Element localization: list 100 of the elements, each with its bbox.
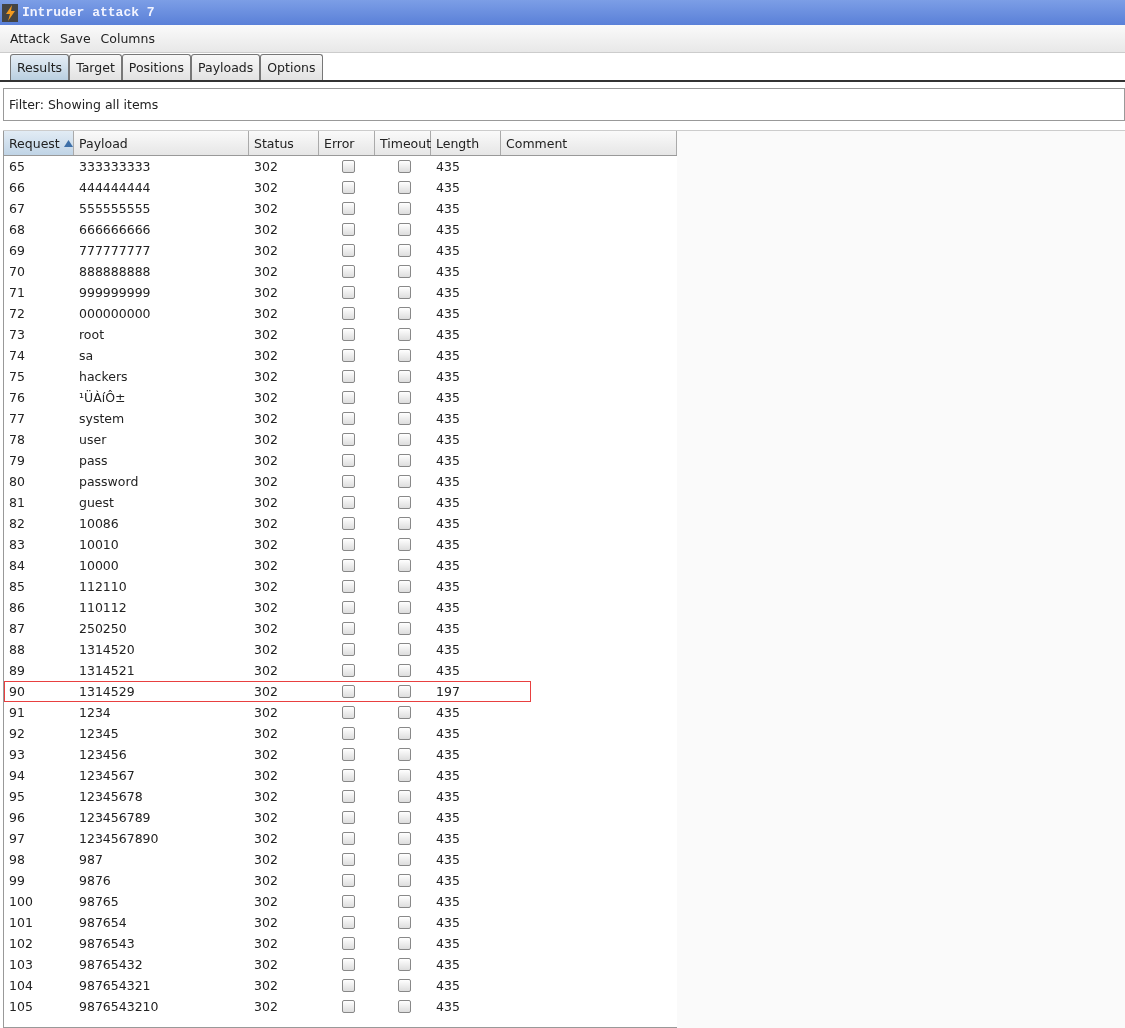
- checkbox[interactable]: [397, 664, 411, 677]
- checkbox[interactable]: [397, 622, 411, 635]
- column-header[interactable]: Request: [4, 131, 74, 155]
- table-row[interactable]: 99 9876 302 435: [4, 870, 677, 891]
- menu-item[interactable]: Columns: [100, 31, 155, 46]
- checkbox[interactable]: [341, 475, 355, 488]
- checkbox[interactable]: [397, 601, 411, 614]
- table-row[interactable]: 71 999999999 302 435: [4, 282, 677, 303]
- checkbox[interactable]: [397, 223, 411, 236]
- table-row[interactable]: 78 user 302 435: [4, 429, 677, 450]
- checkbox[interactable]: [397, 979, 411, 992]
- table-row[interactable]: 91 1234 302 435: [4, 702, 677, 723]
- table-row[interactable]: 93 123456 302 435: [4, 744, 677, 765]
- checkbox[interactable]: [397, 958, 411, 971]
- checkbox[interactable]: [397, 496, 411, 509]
- checkbox[interactable]: [341, 517, 355, 530]
- table-row[interactable]: 79 pass 302 435: [4, 450, 677, 471]
- table-row[interactable]: 94 1234567 302 435: [4, 765, 677, 786]
- filter-bar[interactable]: Filter: Showing all items: [3, 88, 1125, 121]
- checkbox[interactable]: [341, 601, 355, 614]
- table-row[interactable]: 69 777777777 302 435: [4, 240, 677, 261]
- checkbox[interactable]: [397, 832, 411, 845]
- table-row[interactable]: 103 98765432 302 435: [4, 954, 677, 975]
- table-row[interactable]: 80 password 302 435: [4, 471, 677, 492]
- checkbox[interactable]: [397, 391, 411, 404]
- table-row[interactable]: 65 333333333 302 435: [4, 156, 677, 177]
- tab[interactable]: Results: [10, 54, 70, 80]
- checkbox[interactable]: [341, 916, 355, 929]
- checkbox[interactable]: [397, 244, 411, 257]
- checkbox[interactable]: [341, 307, 355, 320]
- tab[interactable]: Target: [69, 54, 122, 80]
- table-row[interactable]: 83 10010 302 435: [4, 534, 677, 555]
- checkbox[interactable]: [341, 727, 355, 740]
- checkbox[interactable]: [397, 895, 411, 908]
- checkbox[interactable]: [341, 160, 355, 173]
- table-row[interactable]: 104 987654321 302 435: [4, 975, 677, 996]
- column-header[interactable]: Status: [249, 131, 319, 155]
- checkbox[interactable]: [341, 790, 355, 803]
- checkbox[interactable]: [341, 391, 355, 404]
- highlighted-row[interactable]: 90 1314529 302 197: [4, 681, 531, 702]
- checkbox[interactable]: [397, 727, 411, 740]
- table-row[interactable]: 84 10000 302 435: [4, 555, 677, 576]
- checkbox[interactable]: [341, 748, 355, 761]
- checkbox[interactable]: [397, 916, 411, 929]
- checkbox[interactable]: [341, 580, 355, 593]
- checkbox[interactable]: [341, 433, 355, 446]
- column-header[interactable]: Length: [431, 131, 501, 155]
- table-row[interactable]: 76 ¹ÜÀíÔ± 302 435: [4, 387, 677, 408]
- table-row[interactable]: 72 000000000 302 435: [4, 303, 677, 324]
- checkbox[interactable]: [341, 328, 355, 341]
- table-row[interactable]: 92 12345 302 435: [4, 723, 677, 744]
- checkbox[interactable]: [397, 202, 411, 215]
- checkbox[interactable]: [341, 832, 355, 845]
- table-row[interactable]: 100 98765 302 435: [4, 891, 677, 912]
- table-row[interactable]: 73 root 302 435: [4, 324, 677, 345]
- table-row[interactable]: 98 987 302 435: [4, 849, 677, 870]
- table-row[interactable]: 88 1314520 302 435: [4, 639, 677, 660]
- checkbox[interactable]: [397, 475, 411, 488]
- checkbox[interactable]: [341, 265, 355, 278]
- checkbox[interactable]: [397, 328, 411, 341]
- checkbox[interactable]: [341, 979, 355, 992]
- table-row[interactable]: 87 250250 302 435: [4, 618, 677, 639]
- table-row[interactable]: 101 987654 302 435: [4, 912, 677, 933]
- checkbox[interactable]: [397, 307, 411, 320]
- table-row[interactable]: 67 555555555 302 435: [4, 198, 677, 219]
- checkbox[interactable]: [341, 958, 355, 971]
- checkbox[interactable]: [341, 370, 355, 383]
- table-row[interactable]: 86 110112 302 435: [4, 597, 677, 618]
- checkbox[interactable]: [397, 748, 411, 761]
- checkbox[interactable]: [341, 181, 355, 194]
- checkbox[interactable]: [397, 580, 411, 593]
- column-header[interactable]: Payload: [74, 131, 249, 155]
- checkbox[interactable]: [397, 706, 411, 719]
- table-row[interactable]: 96 123456789 302 435: [4, 807, 677, 828]
- checkbox[interactable]: [397, 853, 411, 866]
- checkbox[interactable]: [397, 454, 411, 467]
- checkbox[interactable]: [341, 286, 355, 299]
- checkbox[interactable]: [341, 664, 355, 677]
- table-row[interactable]: 66 444444444 302 435: [4, 177, 677, 198]
- checkbox[interactable]: [397, 559, 411, 572]
- checkbox[interactable]: [341, 496, 355, 509]
- checkbox[interactable]: [341, 811, 355, 824]
- checkbox[interactable]: [397, 937, 411, 950]
- checkbox[interactable]: [397, 265, 411, 278]
- checkbox[interactable]: [397, 517, 411, 530]
- checkbox[interactable]: [341, 538, 355, 551]
- checkbox[interactable]: [341, 769, 355, 782]
- checkbox[interactable]: [397, 790, 411, 803]
- checkbox[interactable]: [397, 643, 411, 656]
- table-row[interactable]: 77 system 302 435: [4, 408, 677, 429]
- table-row[interactable]: 70 888888888 302 435: [4, 261, 677, 282]
- table-row[interactable]: 97 1234567890 302 435: [4, 828, 677, 849]
- menu-item[interactable]: Save: [59, 31, 91, 46]
- checkbox[interactable]: [341, 412, 355, 425]
- checkbox[interactable]: [397, 349, 411, 362]
- checkbox[interactable]: [341, 895, 355, 908]
- table-row[interactable]: 74 sa 302 435: [4, 345, 677, 366]
- checkbox[interactable]: [341, 349, 355, 362]
- checkbox[interactable]: [397, 370, 411, 383]
- checkbox[interactable]: [341, 874, 355, 887]
